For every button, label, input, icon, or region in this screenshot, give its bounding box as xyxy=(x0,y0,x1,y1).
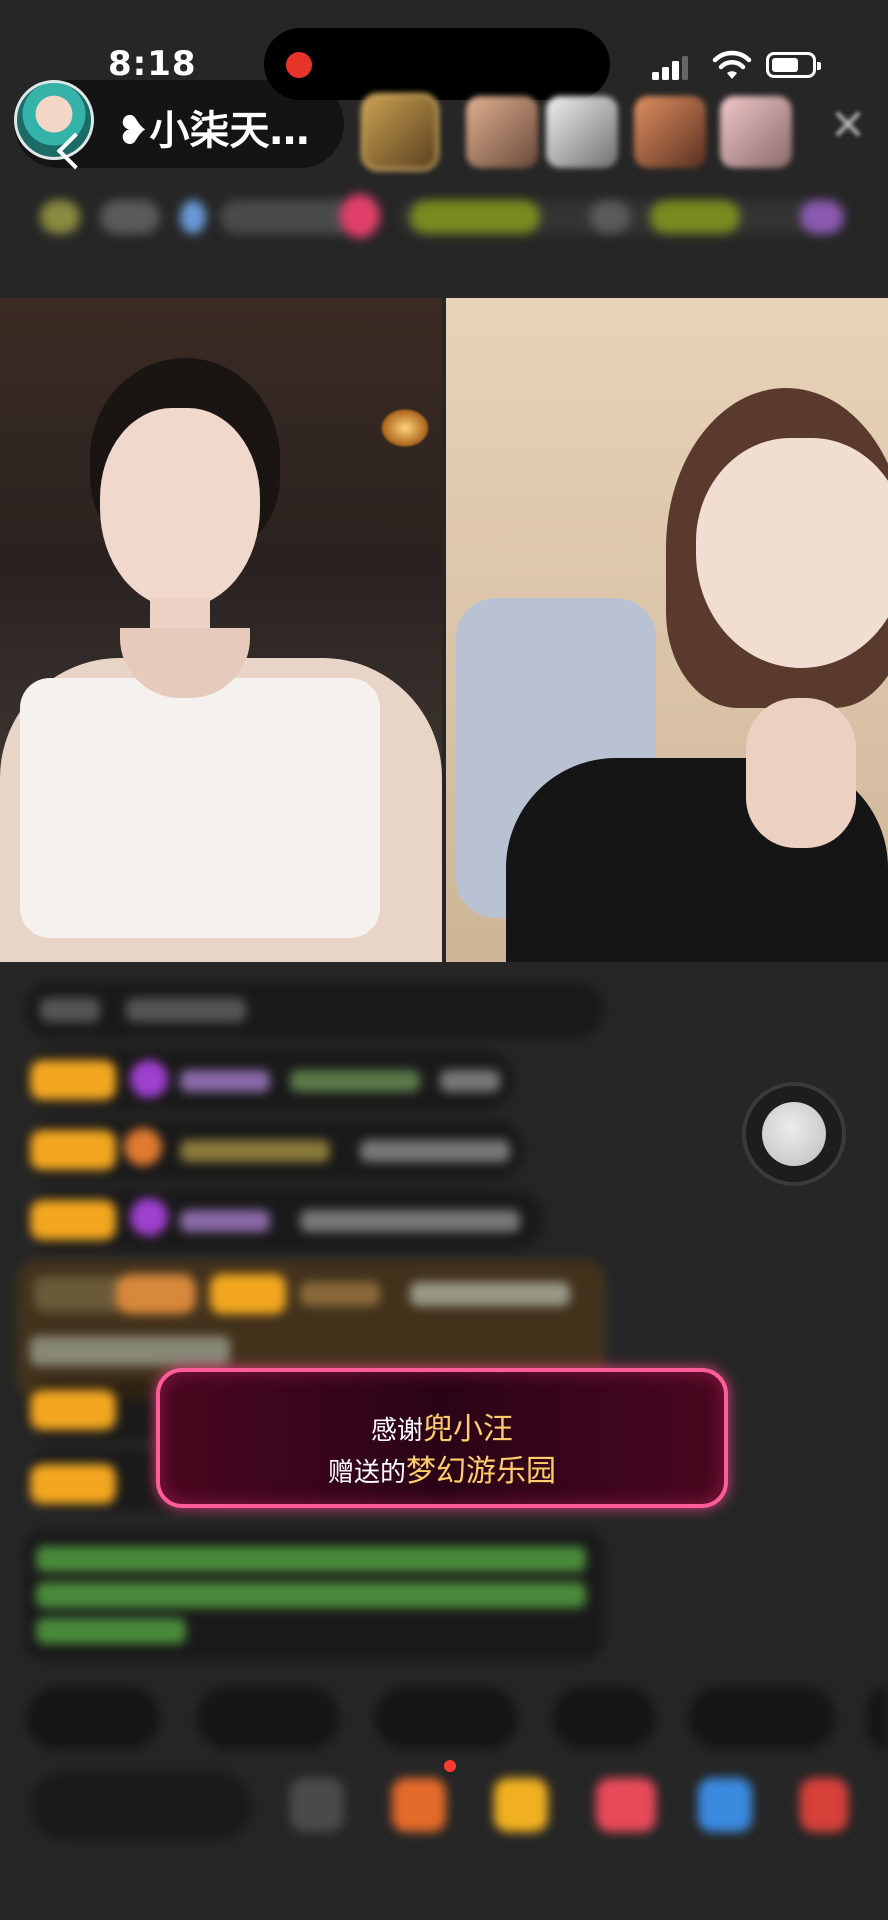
viewer-avatar[interactable] xyxy=(634,96,706,168)
recording-indicator-icon xyxy=(286,52,312,78)
gift-banner-line-2: 赠送的梦幻游乐园 xyxy=(156,1446,728,1490)
quick-reply-chip[interactable] xyxy=(688,1686,836,1750)
video-panel-left[interactable] xyxy=(0,298,442,962)
cellular-signal-icon xyxy=(652,56,688,80)
more-options-icon[interactable] xyxy=(290,1778,344,1832)
gift-prefix: 赠送的 xyxy=(327,1458,406,1488)
battery-icon xyxy=(766,52,821,78)
quick-reply-chip[interactable] xyxy=(26,1686,160,1750)
notification-dot xyxy=(444,1760,456,1772)
gift-box-icon[interactable] xyxy=(494,1778,548,1832)
floating-assistive-button[interactable] xyxy=(742,1082,846,1186)
game-icon[interactable] xyxy=(698,1778,752,1832)
quick-reply-chip[interactable] xyxy=(196,1686,340,1750)
viewer-avatar[interactable] xyxy=(546,96,618,168)
gift-name: 梦幻游乐园 xyxy=(406,1454,556,1489)
quick-reply-chip[interactable] xyxy=(374,1686,518,1750)
gift-thanks-prefix: 感谢 xyxy=(370,1416,423,1446)
share-icon[interactable] xyxy=(800,1778,848,1832)
viewer-avatar[interactable] xyxy=(364,96,436,168)
gift-sender-name: 兜小汪 xyxy=(423,1412,513,1447)
viewer-avatar[interactable] xyxy=(466,96,538,168)
viewer-avatar[interactable] xyxy=(720,96,792,168)
live-info-row[interactable] xyxy=(30,192,860,244)
comment-input[interactable] xyxy=(30,1772,252,1840)
gift-banner-line-1: 感谢兜小汪 xyxy=(156,1404,728,1448)
wifi-icon xyxy=(712,50,752,79)
shop-icon[interactable] xyxy=(392,1778,446,1832)
gift-icon[interactable] xyxy=(596,1778,656,1832)
video-panel-right[interactable] xyxy=(446,298,888,962)
close-icon[interactable] xyxy=(828,104,868,144)
quick-reply-chip[interactable] xyxy=(552,1686,656,1750)
host-name[interactable]: ❥小柒天… xyxy=(116,98,310,156)
status-time: 8:18 xyxy=(108,44,197,84)
quick-reply-chip[interactable] xyxy=(866,1686,888,1750)
chat-list[interactable] xyxy=(0,970,620,1670)
